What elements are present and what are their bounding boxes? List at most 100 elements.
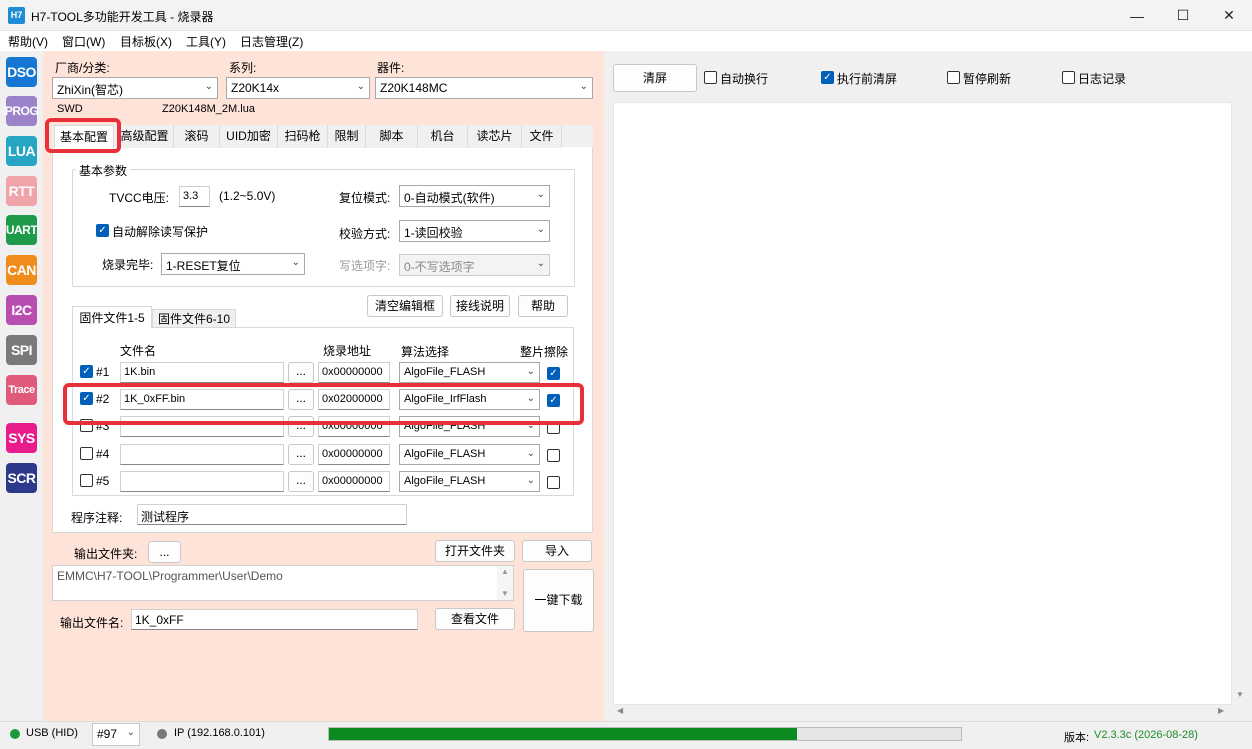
verify-label: 校验方式:	[339, 227, 391, 241]
wiring-help-button[interactable]: 接线说明	[450, 295, 510, 317]
tab-uid-encrypt[interactable]: UID加密	[220, 125, 278, 148]
tab-rolling-code[interactable]: 滚码	[174, 125, 220, 148]
vendor-select[interactable]: ZhiXin(智芯) ⌄	[52, 77, 218, 99]
verify-select[interactable]: 1-读回校验 ⌄	[399, 220, 550, 242]
file-name-input[interactable]: 1K.bin	[120, 362, 284, 383]
file-enable-checkbox[interactable]	[80, 447, 93, 460]
tab-script[interactable]: 脚本	[366, 125, 418, 148]
device-number-select[interactable]: #97 ⌄	[92, 723, 140, 746]
output-path-textarea[interactable]: EMMC\H7-TOOL\Programmer\User\Demo	[52, 565, 514, 601]
auto-wrap-checkbox[interactable]	[704, 71, 717, 84]
chevron-down-icon: ⌄	[526, 366, 535, 377]
file-index: #1	[96, 365, 110, 379]
series-select[interactable]: Z20K14x ⌄	[226, 77, 370, 99]
sidebar-button-rtt[interactable]: RTT	[6, 176, 37, 206]
import-button[interactable]: 导入	[522, 540, 592, 562]
file-enable-checkbox[interactable]	[80, 474, 93, 487]
minimize-button[interactable]: —	[1114, 0, 1160, 31]
scroll-left-arrow-icon[interactable]: ◀	[617, 706, 623, 715]
clear-before-run-checkbox[interactable]: ✓	[821, 71, 834, 84]
file-browse-button[interactable]: ...	[288, 444, 314, 465]
sidebar-button-spi[interactable]: SPI	[6, 335, 37, 365]
finish-label: 烧录完毕:	[102, 258, 154, 272]
log-record-checkbox[interactable]	[1062, 71, 1075, 84]
pause-refresh-checkbox[interactable]	[947, 71, 960, 84]
flash-address-input[interactable]: 0x00000000	[318, 444, 390, 465]
chip-erase-checkbox[interactable]	[547, 476, 560, 489]
auto-unprotect-checkbox[interactable]: ✓	[96, 224, 109, 237]
tab-read-chip[interactable]: 读芯片	[468, 125, 522, 148]
file-enable-checkbox[interactable]: ✓	[80, 365, 93, 378]
tab-firmware-6-10[interactable]: 固件文件6-10	[152, 309, 236, 328]
algorithm-select[interactable]: AlgoFile_FLASH ⌄	[399, 362, 540, 383]
sidebar-button-scr[interactable]: SCR	[6, 463, 37, 493]
sidebar-button-prog[interactable]: PROG	[5, 96, 39, 126]
tab-scanner[interactable]: 扫码枪	[278, 125, 328, 148]
clear-editor-button[interactable]: 清空编辑框	[367, 295, 443, 317]
close-button[interactable]: ✕	[1206, 0, 1252, 31]
file-name-input[interactable]	[120, 444, 284, 465]
output-folder-browse-button[interactable]: ...	[148, 541, 181, 563]
textarea-scrollbar[interactable]: ▲ ▼	[497, 566, 513, 600]
chevron-down-icon: ⌄	[356, 81, 365, 92]
menu-tools[interactable]: 工具(Y)	[186, 33, 226, 50]
ip-status-text: IP (192.168.0.101)	[174, 727, 265, 739]
sidebar-button-sys[interactable]: SYS	[6, 423, 37, 453]
highlight-row-2	[63, 383, 584, 425]
tab-file[interactable]: 文件	[522, 125, 562, 148]
flash-address-input[interactable]: 0x00000000	[318, 471, 390, 492]
open-folder-button[interactable]: 打开文件夹	[435, 540, 515, 562]
view-file-button[interactable]: 查看文件	[435, 608, 515, 630]
chip-select[interactable]: Z20K148MC ⌄	[375, 77, 593, 99]
title-bar: H7 H7-TOOL多功能开发工具 - 烧录器 — ☐ ✕	[0, 0, 1252, 31]
maximize-button[interactable]: ☐	[1160, 0, 1206, 31]
file-index: #4	[96, 447, 110, 461]
chevron-down-icon: ⌄	[526, 475, 535, 486]
menu-window[interactable]: 窗口(W)	[62, 33, 105, 50]
scroll-down-arrow-icon[interactable]: ▼	[1236, 690, 1244, 699]
output-filename-input[interactable]: 1K_0xFF	[131, 609, 418, 630]
series-label: 系列:	[229, 61, 257, 75]
sidebar-button-i2c[interactable]: I2C	[6, 295, 37, 325]
option-byte-select[interactable]: 0-不写选项字 ⌄	[399, 254, 550, 276]
reset-mode-label: 复位模式:	[339, 191, 391, 205]
chip-erase-checkbox[interactable]	[547, 449, 560, 462]
menu-log[interactable]: 日志管理(Z)	[240, 33, 303, 50]
tab-machine[interactable]: 机台	[418, 125, 468, 148]
header-algorithm: 算法选择	[401, 345, 450, 359]
tab-firmware-1-5[interactable]: 固件文件1-5	[72, 306, 152, 328]
sidebar-button-uart[interactable]: UART	[6, 215, 38, 245]
clear-before-run-label: 执行前清屏	[837, 72, 898, 86]
note-label: 程序注释:	[71, 511, 123, 525]
output-folder-label: 输出文件夹:	[74, 547, 138, 561]
pause-refresh-label: 暂停刷新	[963, 72, 1012, 86]
tab-advanced-config[interactable]: 高级配置	[116, 125, 174, 148]
flash-address-input[interactable]: 0x00000000	[318, 362, 390, 383]
tab-limit[interactable]: 限制	[328, 125, 366, 148]
file-name-input[interactable]	[120, 471, 284, 492]
menu-help[interactable]: 帮助(V)	[8, 33, 48, 50]
ip-status-icon	[157, 729, 167, 739]
sidebar-button-dso[interactable]: DSO	[6, 57, 37, 87]
menu-target[interactable]: 目标板(X)	[120, 33, 172, 50]
tvcc-input[interactable]: 3.3	[179, 186, 210, 207]
sidebar-button-lua[interactable]: LUA	[6, 136, 37, 166]
log-horizontal-scrollbar[interactable]	[613, 705, 1232, 719]
header-filename: 文件名	[120, 344, 157, 358]
file-browse-button[interactable]: ...	[288, 362, 314, 383]
clear-screen-button[interactable]: 清屏	[613, 64, 697, 92]
chip-erase-checkbox[interactable]: ✓	[547, 367, 560, 380]
sidebar-button-trace[interactable]: Trace	[6, 375, 37, 405]
log-vertical-scrollbar[interactable]	[1232, 102, 1249, 705]
finish-select[interactable]: 1-RESET复位 ⌄	[161, 253, 305, 275]
algorithm-select[interactable]: AlgoFile_FLASH ⌄	[399, 471, 540, 492]
note-input[interactable]: 测试程序	[137, 504, 407, 525]
scroll-right-arrow-icon[interactable]: ▶	[1218, 706, 1224, 715]
sidebar-button-can[interactable]: CAN	[6, 255, 37, 285]
algorithm-select[interactable]: AlgoFile_FLASH ⌄	[399, 444, 540, 465]
log-output-area[interactable]	[613, 102, 1232, 705]
one-click-download-button[interactable]: 一键下载	[523, 569, 594, 632]
reset-mode-select[interactable]: 0-自动模式(软件) ⌄	[399, 185, 550, 207]
help-button[interactable]: 帮助	[518, 295, 568, 317]
file-browse-button[interactable]: ...	[288, 471, 314, 492]
